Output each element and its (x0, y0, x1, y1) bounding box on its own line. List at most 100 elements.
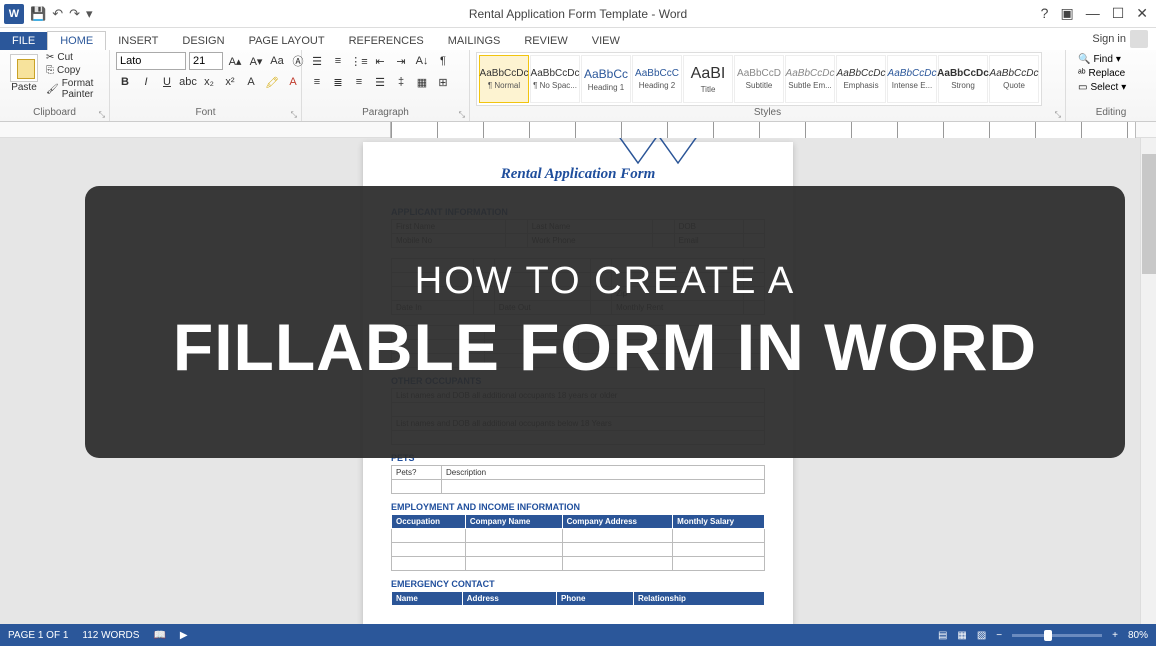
tab-view[interactable]: VIEW (580, 32, 632, 50)
align-right-icon[interactable]: ≡ (350, 73, 368, 91)
web-layout-icon[interactable]: ▨ (977, 630, 986, 641)
decrease-indent-icon[interactable]: ⇤ (371, 52, 389, 70)
horizontal-ruler (390, 122, 1136, 138)
style-title[interactable]: AaBITitle (683, 55, 733, 103)
align-left-icon[interactable]: ≡ (308, 73, 326, 91)
style-subtle-emphasis[interactable]: AaBbCcDcSubtle Em... (785, 55, 835, 103)
multilevel-icon[interactable]: ⋮≡ (350, 52, 368, 70)
zoom-slider[interactable] (1012, 634, 1102, 637)
qat-dropdown-icon[interactable]: ▾ (86, 6, 93, 22)
pets-table: Pets?Description (391, 465, 765, 494)
numbering-icon[interactable]: ≡ (329, 52, 347, 70)
italic-button[interactable]: I (137, 73, 155, 91)
style-no-spacing[interactable]: AaBbCcDc¶ No Spac... (530, 55, 580, 103)
overlay-line2: FILLABLE FORM IN WORD (173, 309, 1037, 385)
subscript-button[interactable]: x₂ (200, 73, 218, 91)
style-heading1[interactable]: AaBbCcHeading 1 (581, 55, 631, 103)
line-spacing-icon[interactable]: ‡ (392, 73, 410, 91)
minimize-icon[interactable]: — (1086, 5, 1100, 22)
justify-icon[interactable]: ☰ (371, 73, 389, 91)
maximize-icon[interactable]: ☐ (1112, 5, 1125, 22)
increase-indent-icon[interactable]: ⇥ (392, 52, 410, 70)
group-label-editing: Editing (1072, 107, 1150, 119)
underline-button[interactable]: U (158, 73, 176, 91)
cut-button[interactable]: ✂Cut (46, 52, 103, 63)
clipboard-launcher-icon[interactable]: ⤡ (99, 110, 105, 120)
style-normal[interactable]: AaBbCcDc¶ Normal (479, 55, 529, 103)
paragraph-launcher-icon[interactable]: ⤡ (459, 110, 465, 120)
ribbon-display-icon[interactable]: ▣ (1060, 5, 1073, 22)
select-button[interactable]: ▭Select▾ (1078, 82, 1144, 93)
text-effects-icon[interactable]: A (242, 73, 260, 91)
style-subtitle[interactable]: AaBbCcDSubtitle (734, 55, 784, 103)
zoom-in-icon[interactable]: + (1112, 630, 1118, 641)
macro-icon[interactable]: ▶ (180, 630, 188, 641)
title-bar: W 💾 ↶ ↷ ▾ Rental Application Form Templa… (0, 0, 1156, 28)
borders-icon[interactable]: ⊞ (434, 73, 452, 91)
tab-review[interactable]: REVIEW (512, 32, 579, 50)
page-count[interactable]: PAGE 1 OF 1 (8, 630, 68, 641)
zoom-level[interactable]: 80% (1128, 630, 1148, 641)
help-icon[interactable]: ? (1041, 5, 1049, 22)
style-strong[interactable]: AaBbCcDcStrong (938, 55, 988, 103)
align-center-icon[interactable]: ≣ (329, 73, 347, 91)
style-intense-emphasis[interactable]: AaBbCcDcIntense E... (887, 55, 937, 103)
change-case-icon[interactable]: Aa (268, 52, 286, 70)
font-launcher-icon[interactable]: ⤡ (291, 110, 297, 120)
shading-icon[interactable]: ▦ (413, 73, 431, 91)
sign-in[interactable]: Sign in (1092, 30, 1148, 48)
vertical-scrollbar[interactable] (1140, 138, 1156, 624)
overlay-line1: HOW TO CREATE A (415, 260, 796, 303)
tab-home[interactable]: HOME (47, 31, 106, 50)
find-button[interactable]: 🔍Find▾ (1078, 54, 1144, 65)
group-font: A▴ A▾ Aa Ⓐ B I U abc x₂ x² A 🖍 A Font ⤡ (110, 50, 302, 121)
group-styles: AaBbCcDc¶ Normal AaBbCcDc¶ No Spac... Aa… (470, 50, 1066, 121)
show-marks-icon[interactable]: ¶ (434, 52, 452, 70)
shrink-font-icon[interactable]: A▾ (247, 52, 265, 70)
read-mode-icon[interactable]: ▤ (938, 630, 947, 641)
styles-gallery[interactable]: AaBbCcDc¶ Normal AaBbCcDc¶ No Spac... Aa… (476, 52, 1042, 106)
replace-button[interactable]: ᵃᵇReplace (1078, 68, 1144, 79)
redo-icon[interactable]: ↷ (69, 6, 80, 22)
highlight-icon[interactable]: 🖍 (263, 73, 281, 91)
ribbon-tabs: FILE HOME INSERT DESIGN PAGE LAYOUT REFE… (0, 28, 1156, 50)
sort-icon[interactable]: A↓ (413, 52, 431, 70)
scissors-icon: ✂ (46, 52, 54, 63)
tab-design[interactable]: DESIGN (170, 32, 236, 50)
font-size-input[interactable] (189, 52, 223, 70)
avatar-icon (1130, 30, 1148, 48)
copy-button[interactable]: ⎘Copy (46, 65, 103, 76)
font-name-input[interactable] (116, 52, 186, 70)
paste-button[interactable]: Paste (6, 52, 42, 95)
scroll-thumb[interactable] (1142, 154, 1156, 274)
cursor-icon: ▭ (1078, 82, 1087, 93)
section-employment: EMPLOYMENT AND INCOME INFORMATION (391, 502, 765, 512)
print-layout-icon[interactable]: ▦ (957, 630, 966, 641)
ruler[interactable] (0, 122, 1156, 138)
superscript-button[interactable]: x² (221, 73, 239, 91)
styles-launcher-icon[interactable]: ⤡ (1055, 110, 1061, 120)
tab-mailings[interactable]: MAILINGS (436, 32, 513, 50)
undo-icon[interactable]: ↶ (52, 6, 63, 22)
zoom-out-icon[interactable]: − (996, 630, 1002, 641)
style-heading2[interactable]: AaBbCcCHeading 2 (632, 55, 682, 103)
tab-references[interactable]: REFERENCES (337, 32, 436, 50)
group-label-paragraph: Paragraph (308, 107, 463, 119)
tab-page-layout[interactable]: PAGE LAYOUT (237, 32, 337, 50)
bullets-icon[interactable]: ☰ (308, 52, 326, 70)
bold-button[interactable]: B (116, 73, 134, 91)
word-count[interactable]: 112 WORDS (82, 630, 139, 641)
tab-file[interactable]: FILE (0, 32, 47, 50)
tab-insert[interactable]: INSERT (106, 32, 170, 50)
grow-font-icon[interactable]: A▴ (226, 52, 244, 70)
style-quote[interactable]: AaBbCcDcQuote (989, 55, 1039, 103)
style-emphasis[interactable]: AaBbCcDcEmphasis (836, 55, 886, 103)
save-icon[interactable]: 💾 (30, 6, 46, 22)
sign-in-label: Sign in (1092, 33, 1126, 45)
format-painter-button[interactable]: 🖌Format Painter (46, 78, 103, 100)
spell-check-icon[interactable]: 📖 (153, 630, 165, 641)
group-editing: 🔍Find▾ ᵃᵇReplace ▭Select▾ Editing (1066, 50, 1156, 121)
close-icon[interactable]: ✕ (1136, 5, 1148, 22)
strikethrough-button[interactable]: abc (179, 73, 197, 91)
font-color-icon[interactable]: A (284, 73, 302, 91)
